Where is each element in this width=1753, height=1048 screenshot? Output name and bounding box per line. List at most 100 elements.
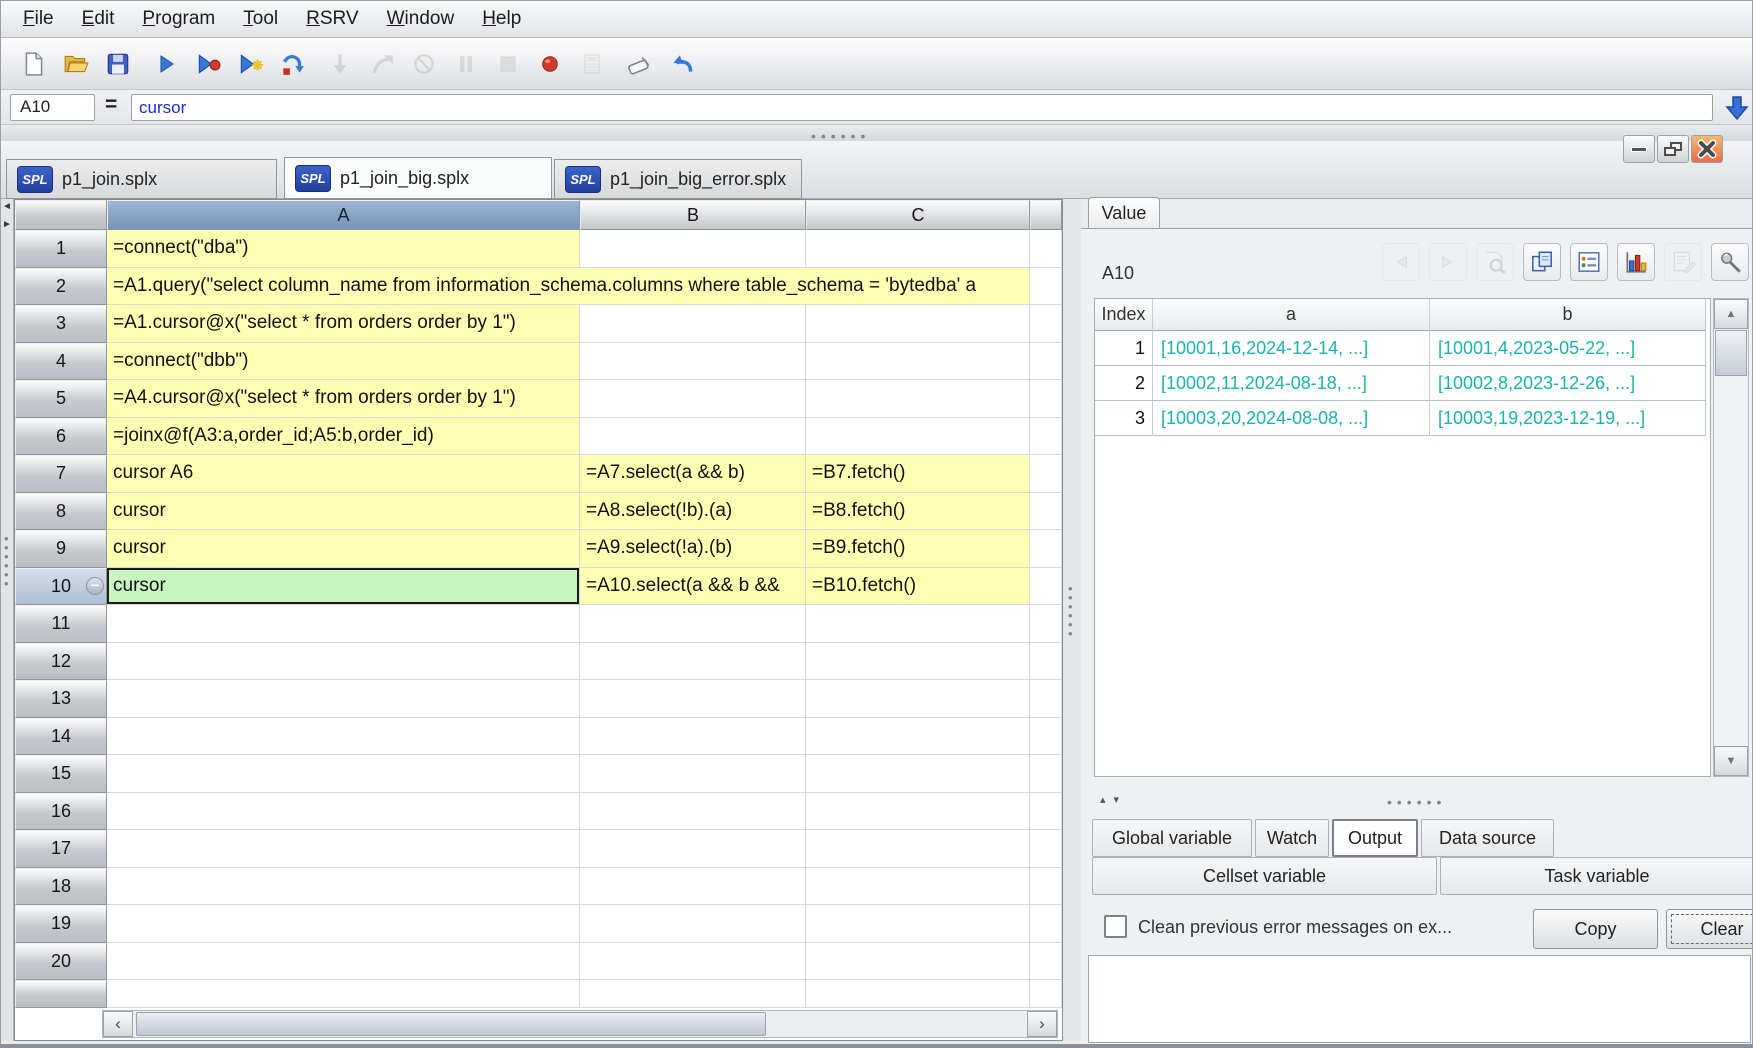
row-header-11[interactable]: 11	[15, 605, 107, 643]
cell-D13[interactable]	[1030, 680, 1062, 718]
cell-D21[interactable]	[1030, 980, 1062, 1008]
row-header-5[interactable]: 5	[15, 380, 107, 418]
row-header-7[interactable]: 7	[15, 455, 107, 493]
panel-splitter[interactable]: • • • • • •	[1063, 199, 1081, 1041]
cell-C10[interactable]: =B10.fetch()	[806, 567, 1030, 605]
cell-D14[interactable]	[1030, 717, 1062, 755]
output-message-area[interactable]	[1088, 955, 1751, 1043]
row-header-18[interactable]: 18	[15, 867, 107, 905]
undo-icon[interactable]	[665, 47, 699, 81]
cell-D7[interactable]	[1030, 455, 1062, 493]
cell-A1[interactable]: =connect("dba")	[107, 230, 580, 268]
menu-program[interactable]: Program	[128, 4, 229, 34]
cell-B3[interactable]	[580, 305, 806, 343]
select-all-corner[interactable]	[15, 200, 107, 230]
value-cell-a[interactable]: [10003,20,2024-08-08, ...]	[1153, 401, 1430, 436]
menu-help[interactable]: Help	[468, 4, 535, 34]
col-header-partial[interactable]	[1030, 200, 1062, 230]
scroll-down-icon[interactable]: ▼	[1714, 746, 1748, 776]
cell-B14[interactable]	[580, 717, 806, 755]
cell-A18[interactable]	[107, 867, 580, 905]
menu-window[interactable]: Window	[373, 4, 469, 34]
row-header-9[interactable]: 9	[15, 530, 107, 568]
cell-A8[interactable]: cursor	[107, 492, 580, 530]
row-header-20[interactable]: 20	[15, 942, 107, 980]
value-cell-b[interactable]: [10001,4,2023-05-22, ...]	[1430, 331, 1706, 366]
cell-C17[interactable]	[806, 830, 1030, 868]
clear-cell-icon[interactable]	[623, 47, 657, 81]
cell-C19[interactable]	[806, 905, 1030, 943]
cell-A20[interactable]	[107, 942, 580, 980]
strip-drag-handle[interactable]: • • • • • •	[4, 532, 9, 590]
cell-C14[interactable]	[806, 717, 1030, 755]
expand-formula-arrow-icon[interactable]	[1723, 93, 1751, 121]
tab-global-variable[interactable]: Global variable	[1092, 819, 1252, 857]
cell-A7[interactable]: cursor A6	[107, 455, 580, 493]
scroll-up-icon[interactable]: ▲	[1714, 299, 1748, 329]
cell-A4[interactable]: =connect("dbb")	[107, 342, 580, 380]
tab-output[interactable]: Output	[1332, 819, 1418, 857]
collapse-left-icon[interactable]: ◄	[2, 201, 12, 212]
cell-B10[interactable]: =A10.select(a && b &&	[580, 567, 806, 605]
cell-A2[interactable]: =A1.query("select column_name from infor…	[107, 267, 1030, 305]
cell-D2[interactable]	[1030, 267, 1062, 305]
file-tab-p1_join_big.splx[interactable]: SPL p1_join_big.splx	[284, 157, 552, 199]
col-header-C[interactable]: C	[806, 200, 1030, 230]
cell-B7[interactable]: =A7.select(a && b)	[580, 455, 806, 493]
file-tab-p1_join.splx[interactable]: SPL p1_join.splx	[6, 159, 277, 199]
row-header-14[interactable]: 14	[15, 717, 107, 755]
col-header-B[interactable]: B	[580, 200, 806, 230]
horizontal-scrollbar[interactable]: ‹ ›	[102, 1010, 1058, 1038]
cell-B6[interactable]	[580, 417, 806, 455]
value-row-index[interactable]: 3	[1095, 401, 1153, 436]
value-col-header-b[interactable]: b	[1430, 299, 1706, 331]
clean-errors-checkbox[interactable]	[1104, 915, 1127, 938]
cell-A15[interactable]	[107, 755, 580, 793]
cell-C3[interactable]	[806, 305, 1030, 343]
cell-B1[interactable]	[580, 230, 806, 268]
menu-rsrv[interactable]: RSRV	[292, 4, 372, 34]
cell-A9[interactable]: cursor	[107, 530, 580, 568]
new-file-icon[interactable]	[17, 47, 51, 81]
cell-D5[interactable]	[1030, 380, 1062, 418]
cell-C9[interactable]: =B9.fetch()	[806, 530, 1030, 568]
breakpoint-icon[interactable]	[533, 47, 567, 81]
row-header-3[interactable]: 3	[15, 305, 107, 343]
cell-D19[interactable]	[1030, 905, 1062, 943]
row-header-partial[interactable]	[15, 980, 107, 1008]
row-header-12[interactable]: 12	[15, 642, 107, 680]
cell-C5[interactable]	[806, 380, 1030, 418]
scroll-right-icon[interactable]: ›	[1027, 1011, 1057, 1037]
cell-B20[interactable]	[580, 942, 806, 980]
cell-D1[interactable]	[1030, 230, 1062, 268]
cell-C1[interactable]	[806, 230, 1030, 268]
cell-D9[interactable]	[1030, 530, 1062, 568]
value-scrollbar[interactable]: ▲ ▼	[1713, 298, 1749, 777]
cell-A3[interactable]: =A1.cursor@x("select * from orders order…	[107, 305, 580, 343]
cell-D10[interactable]	[1030, 567, 1062, 605]
hscroll-thumb[interactable]	[136, 1012, 766, 1036]
vscroll-thumb[interactable]	[1715, 330, 1747, 376]
cell-B8[interactable]: =A8.select(!b).(a)	[580, 492, 806, 530]
draw-chart-icon[interactable]	[1617, 243, 1655, 281]
cell-C6[interactable]	[806, 417, 1030, 455]
pin-icon[interactable]	[1711, 243, 1749, 281]
cell-A14[interactable]	[107, 717, 580, 755]
value-cell-b[interactable]: [10003,19,2023-12-19, ...]	[1430, 401, 1706, 436]
display-format-icon[interactable]	[1570, 243, 1608, 281]
bottom-splitter[interactable]: ▴▾ ••••••	[1081, 789, 1752, 815]
cell-B4[interactable]	[580, 342, 806, 380]
copy-button[interactable]: Copy	[1533, 909, 1658, 949]
cell-C21[interactable]	[806, 980, 1030, 1008]
cell-D12[interactable]	[1030, 642, 1062, 680]
menu-tool[interactable]: Tool	[229, 4, 292, 34]
scroll-left-icon[interactable]: ‹	[103, 1011, 133, 1037]
cell-D11[interactable]	[1030, 605, 1062, 643]
row-header-10[interactable]: 10−	[15, 567, 107, 605]
close-button[interactable]	[1691, 135, 1723, 163]
menu-file[interactable]: File	[9, 4, 68, 34]
open-file-icon[interactable]	[59, 47, 93, 81]
value-cell-a[interactable]: [10002,11,2024-08-18, ...]	[1153, 366, 1430, 401]
row-header-13[interactable]: 13	[15, 680, 107, 718]
panel-splitter-handle[interactable]: • • • • • •	[1068, 582, 1073, 640]
